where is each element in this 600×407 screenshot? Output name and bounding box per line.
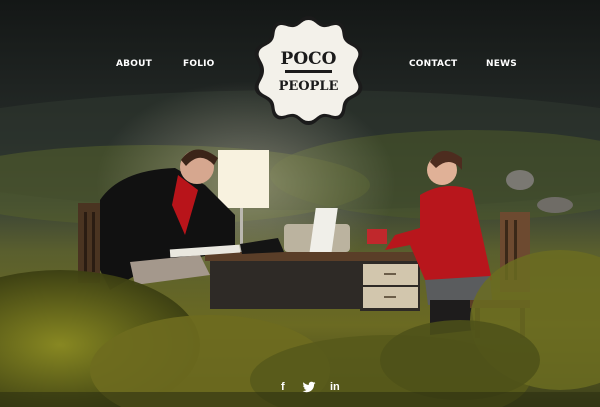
nav-folio[interactable]: FOLIO [183,59,215,69]
logo-text-line2: PEOPLE [279,79,339,94]
twitter-icon[interactable] [302,380,316,394]
nav-news[interactable]: NEWS [486,59,517,69]
hero-section: ABOUT FOLIO CONTACT NEWS POCO PEOPLE f i… [0,0,600,407]
poco-people-logo[interactable]: POCO PEOPLE [252,14,365,127]
logo-text-line1: POCO [281,49,337,69]
linkedin-icon[interactable]: in [330,380,340,394]
nav-contact[interactable]: CONTACT [409,59,457,69]
nav-about[interactable]: ABOUT [116,59,152,69]
facebook-icon[interactable]: f [281,380,285,394]
